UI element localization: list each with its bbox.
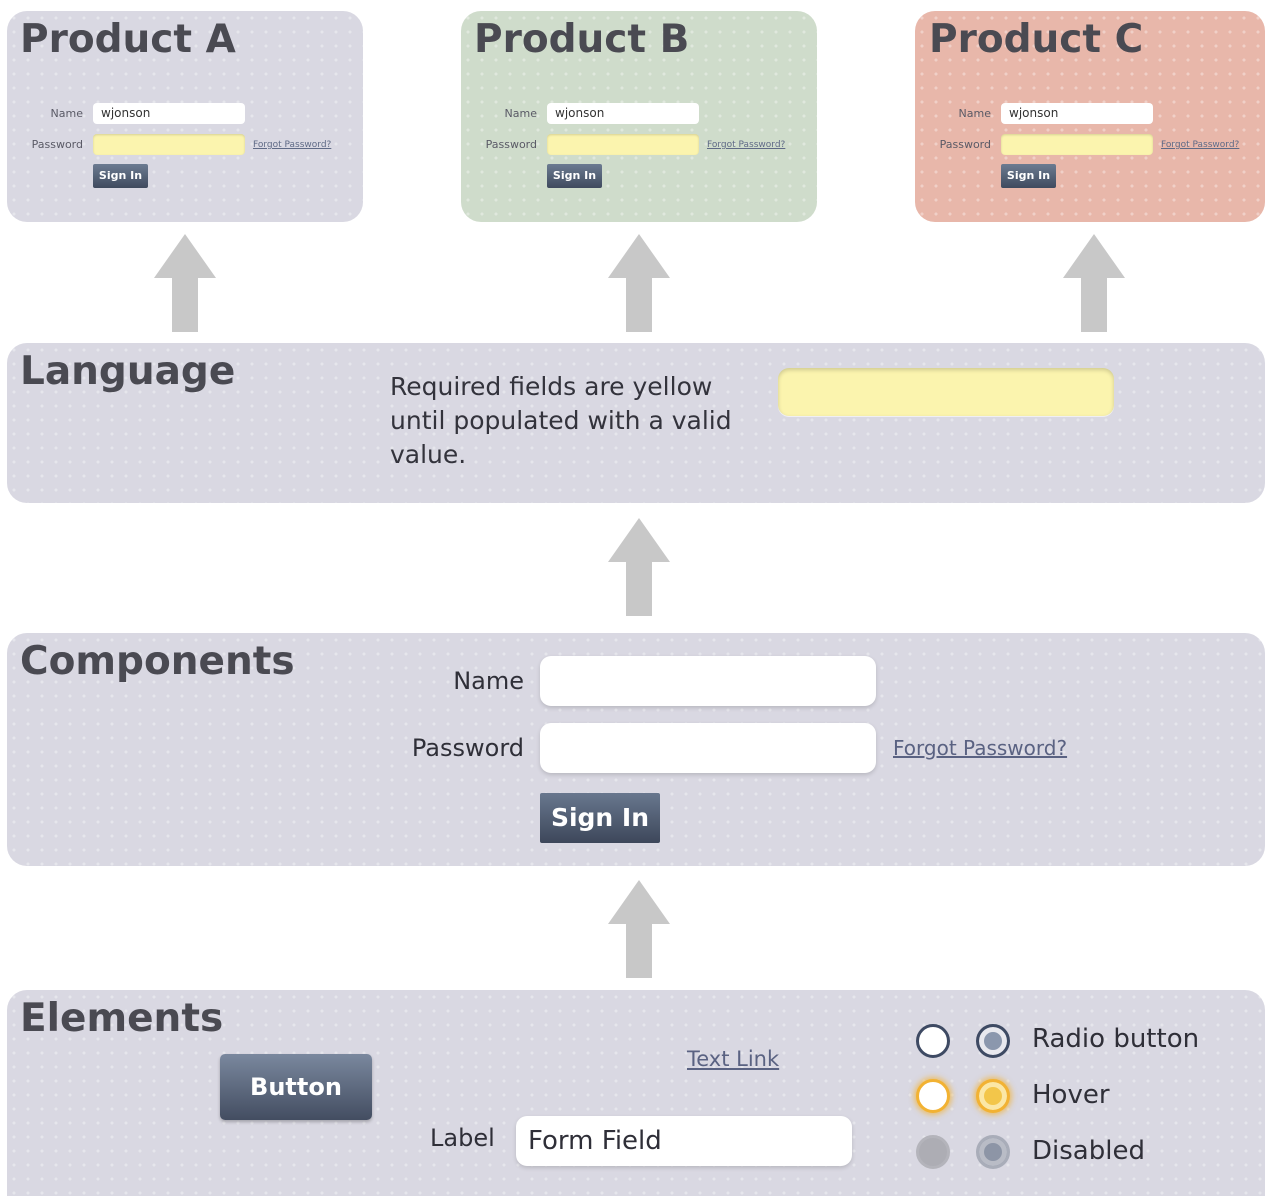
sample-text-link[interactable]: Text Link <box>687 1047 779 1071</box>
product-a-forgot-link[interactable]: Forgot Password? <box>253 140 331 150</box>
sample-field-label: Label <box>430 1124 495 1152</box>
product-a-password-label: Password <box>31 138 83 151</box>
product-c-forgot-link[interactable]: Forgot Password? <box>1161 140 1239 150</box>
product-b-signin-button[interactable]: Sign In <box>547 164 602 188</box>
components-name-field[interactable] <box>540 656 876 706</box>
radio-hover-unchecked[interactable] <box>916 1079 950 1113</box>
radio-unchecked[interactable] <box>916 1024 950 1058</box>
product-c-panel: Product C Name wjonson Password Forgot P… <box>915 11 1265 222</box>
components-title: Components <box>20 639 295 684</box>
product-b-password-field[interactable] <box>547 134 699 155</box>
product-c-password-label: Password <box>939 138 991 151</box>
elements-title: Elements <box>20 996 224 1041</box>
radio-disabled-unchecked <box>916 1135 950 1169</box>
sample-button[interactable]: Button <box>220 1054 372 1120</box>
radio-hover-checked[interactable] <box>976 1079 1010 1113</box>
product-a-password-field[interactable] <box>93 134 245 155</box>
arrow-up-icon <box>154 234 216 332</box>
disabled-label: Disabled <box>1032 1136 1145 1166</box>
product-b-name-field[interactable]: wjonson <box>547 103 699 124</box>
sample-form-field[interactable]: Form Field <box>516 1116 852 1166</box>
product-c-name-field[interactable]: wjonson <box>1001 103 1153 124</box>
product-b-panel: Product B Name wjonson Password Forgot P… <box>461 11 817 222</box>
required-field-sample <box>778 368 1114 416</box>
language-description: Required fields are yellow until populat… <box>390 372 732 469</box>
components-forgot-link[interactable]: Forgot Password? <box>893 736 1067 760</box>
components-password-field[interactable] <box>540 723 876 773</box>
language-title: Language <box>20 349 236 394</box>
radio-disabled-checked <box>976 1135 1010 1169</box>
arrow-up-icon <box>608 880 670 978</box>
product-a-name-label: Name <box>50 107 83 120</box>
product-b-title: Product B <box>474 17 690 62</box>
product-b-password-label: Password <box>485 138 537 151</box>
product-a-title: Product A <box>20 17 236 62</box>
arrow-up-icon <box>1063 234 1125 332</box>
product-b-forgot-link[interactable]: Forgot Password? <box>707 140 785 150</box>
product-c-password-field[interactable] <box>1001 134 1153 155</box>
product-b-name-label: Name <box>504 107 537 120</box>
arrow-up-icon <box>608 518 670 616</box>
radio-button-label: Radio button <box>1032 1024 1200 1054</box>
arrow-up-icon <box>608 234 670 332</box>
components-signin-button[interactable]: Sign In <box>540 793 660 843</box>
product-a-signin-button[interactable]: Sign In <box>93 164 148 188</box>
product-c-title: Product C <box>929 17 1144 62</box>
components-name-label: Name <box>453 667 524 695</box>
product-a-panel: Product A Name wjonson Password Forgot P… <box>7 11 363 222</box>
product-c-name-label: Name <box>958 107 991 120</box>
hover-label: Hover <box>1032 1080 1110 1110</box>
components-password-label: Password <box>411 734 524 762</box>
radio-checked[interactable] <box>976 1024 1010 1058</box>
product-a-name-field[interactable]: wjonson <box>93 103 245 124</box>
product-c-signin-button[interactable]: Sign In <box>1001 164 1056 188</box>
